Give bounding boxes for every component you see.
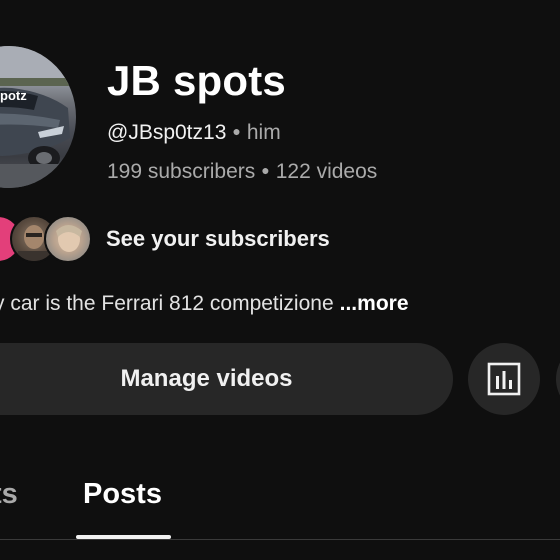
separator-dot: ● [261,162,270,178]
manage-videos-button[interactable]: Manage videos [0,343,453,415]
channel-page: potz JB spots @JBsp0tz13 ● him 199 subscri… [0,0,560,560]
see-subscribers-link[interactable]: See your subscribers [106,225,330,253]
channel-avatar[interactable]: potz [0,46,76,188]
channel-handle: @JBsp0tz13 [107,121,227,144]
channel-stats-line: 199 subscribers ● 122 videos [107,157,377,185]
car-photo-icon [0,46,76,188]
separator-dot: ● [232,123,241,139]
analytics-icon [487,362,521,396]
tab-shorts[interactable]: ts [0,476,18,512]
description-text: y car is the Ferrari 812 competizione [0,292,334,315]
more-link[interactable]: ...more [340,292,409,315]
tab-posts[interactable]: Posts [83,476,162,512]
person-photo-icon [56,225,82,252]
tabs-divider [0,539,560,540]
analytics-button[interactable] [468,343,540,415]
more-actions-button[interactable] [556,343,560,415]
channel-name: JB spots [107,57,286,104]
subscriber-count: 199 subscribers [107,160,256,183]
channel-pronouns: him [246,121,281,144]
channel-handle-line: @JBsp0tz13 ● him [107,118,281,146]
channel-description[interactable]: y car is the Ferrari 812 competizione...… [0,290,409,318]
subscriber-avatar[interactable] [44,215,92,263]
video-count: 122 videos [275,160,378,183]
manage-videos-label: Manage videos [120,365,293,392]
avatar-overlay-text: potz [0,88,27,103]
